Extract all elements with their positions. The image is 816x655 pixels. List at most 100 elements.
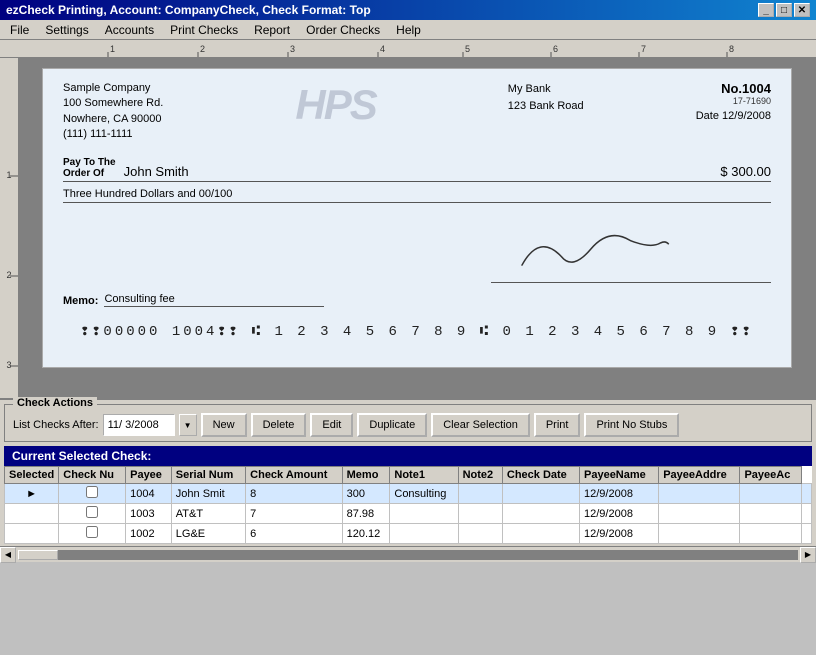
menu-order-checks[interactable]: Order Checks — [298, 21, 388, 39]
close-button[interactable]: ✕ — [794, 3, 810, 17]
cell-amount: 300 — [342, 484, 390, 504]
main-area: 1 2 3 Sample Company 100 Somewhere Rd. N… — [0, 58, 816, 398]
menu-help[interactable]: Help — [388, 21, 429, 39]
check-actions-bar: Check Actions List Checks After: ▼ New D… — [4, 404, 812, 442]
signature — [509, 212, 674, 289]
scroll-thumb[interactable] — [18, 550, 58, 560]
micr-line: ❢❢00000 1004❢❢ ⑆ 1 2 3 4 5 6 7 8 9 ⑆ 0 1… — [63, 323, 771, 340]
cell-payeeName — [659, 484, 740, 504]
col-payee-name: PayeeName — [580, 467, 659, 484]
cell-note1 — [458, 504, 502, 524]
row-checkbox[interactable] — [86, 486, 98, 498]
hps-logo: HPS — [295, 81, 375, 129]
cell-checkNum: 1002 — [126, 524, 172, 544]
bank-info: My Bank 123 Bank Road — [508, 81, 584, 114]
cell-amount: 120.12 — [342, 524, 390, 544]
date-label: Date — [696, 110, 719, 122]
signature-line — [491, 282, 771, 283]
cell-payeeName — [659, 504, 740, 524]
check: Sample Company 100 Somewhere Rd. Nowhere… — [42, 68, 792, 368]
scroll-right-button[interactable]: ▶ — [800, 547, 816, 563]
cell-checkDate: 12/9/2008 — [580, 504, 659, 524]
cell-checkDate: 12/9/2008 — [580, 484, 659, 504]
date-filter-input[interactable] — [103, 414, 175, 436]
menu-accounts[interactable]: Accounts — [97, 21, 162, 39]
ruler: 1 2 3 4 5 6 7 8 — [0, 40, 816, 58]
cell-note2 — [502, 504, 579, 524]
print-no-stubs-button[interactable]: Print No Stubs — [584, 413, 679, 437]
routing-num: 17-71690 — [696, 96, 771, 106]
table-row[interactable]: ►1004John Smit8300Consulting12/9/2008 — [5, 484, 812, 504]
svg-text:4: 4 — [380, 44, 385, 54]
title-bar: ezCheck Printing, Account: CompanyCheck,… — [0, 0, 816, 20]
clear-selection-button[interactable]: Clear Selection — [431, 413, 530, 437]
cell-payeeAddr — [740, 524, 801, 544]
check-no: No.1004 — [696, 81, 771, 96]
date-row: Date 12/9/2008 — [696, 110, 771, 122]
svg-text:1: 1 — [110, 44, 115, 54]
menu-print-checks[interactable]: Print Checks — [162, 21, 246, 39]
edit-button[interactable]: Edit — [310, 413, 353, 437]
company-phone: (111) 111-1111 — [63, 127, 163, 142]
bank-addr: 123 Bank Road — [508, 98, 584, 115]
title-bar-controls: _ □ ✕ — [758, 3, 810, 17]
print-button[interactable]: Print — [534, 413, 581, 437]
scroll-left-button[interactable]: ◀ — [0, 547, 16, 563]
table-row[interactable]: 1002LG&E6120.1212/9/2008 — [5, 524, 812, 544]
cell-checkDate: 12/9/2008 — [580, 524, 659, 544]
cell-note2 — [502, 524, 579, 544]
svg-text:2: 2 — [200, 44, 205, 54]
cell-payeeAddr — [740, 484, 801, 504]
payee-name: John Smith — [124, 164, 711, 179]
menu-file[interactable]: File — [2, 21, 37, 39]
menu-settings[interactable]: Settings — [37, 21, 96, 39]
row-indicator: ► — [5, 484, 59, 504]
memo-row: Memo: Consulting fee — [63, 293, 771, 307]
delete-button[interactable]: Delete — [251, 413, 307, 437]
cell-amount: 87.98 — [342, 504, 390, 524]
check-no-value: 1004 — [742, 81, 771, 96]
table-row[interactable]: 1003AT&T787.9812/9/2008 — [5, 504, 812, 524]
col-check-num: Check Nu — [59, 467, 126, 484]
cell-payeeAddr — [740, 504, 801, 524]
menu-report[interactable]: Report — [246, 21, 298, 39]
cell-checkNum: 1004 — [126, 484, 172, 504]
cell-payeeAc — [801, 504, 811, 524]
actions-row: List Checks After: ▼ New Delete Edit Dup… — [13, 413, 803, 437]
amount-box: $ 300.00 — [720, 164, 771, 179]
left-ruler: 1 2 3 — [0, 58, 18, 398]
svg-text:2: 2 — [6, 270, 11, 280]
date-dropdown-button[interactable]: ▼ — [179, 414, 197, 436]
row-checkbox[interactable] — [86, 506, 98, 518]
col-payee-addr: PayeeAddre — [659, 467, 740, 484]
row-checkbox-cell[interactable] — [59, 504, 126, 524]
minimize-button[interactable]: _ — [758, 3, 774, 17]
memo-label: Memo: — [63, 295, 98, 307]
dollar-sign: $ — [720, 164, 727, 179]
row-checkbox-cell[interactable] — [59, 524, 126, 544]
check-no-label: No. — [721, 81, 742, 96]
col-memo: Memo — [342, 467, 390, 484]
col-note2: Note2 — [458, 467, 502, 484]
check-top-row: Sample Company 100 Somewhere Rd. Nowhere… — [63, 81, 771, 143]
check-actions-label: Check Actions — [13, 397, 97, 409]
pay-to-label: Pay To TheOrder Of — [63, 157, 116, 179]
pay-to-row: Pay To TheOrder Of John Smith $ 300.00 — [63, 157, 771, 182]
row-checkbox-cell[interactable] — [59, 484, 126, 504]
current-check-label: Current Selected Check: — [12, 449, 151, 463]
menu-bar: File Settings Accounts Print Checks Repo… — [0, 20, 816, 40]
svg-text:5: 5 — [465, 44, 470, 54]
cell-note1 — [458, 524, 502, 544]
svg-text:7: 7 — [641, 44, 646, 54]
h-scrollbar[interactable]: ◀ ▶ — [0, 546, 816, 562]
row-checkbox[interactable] — [86, 526, 98, 538]
svg-text:3: 3 — [290, 44, 295, 54]
cell-payee: LG&E — [171, 524, 245, 544]
cell-note2 — [502, 484, 579, 504]
company-addr1: 100 Somewhere Rd. — [63, 96, 163, 111]
duplicate-button[interactable]: Duplicate — [357, 413, 427, 437]
maximize-button[interactable]: □ — [776, 3, 792, 17]
scroll-track[interactable] — [18, 550, 798, 560]
new-button[interactable]: New — [201, 413, 247, 437]
cell-payeeName — [659, 524, 740, 544]
